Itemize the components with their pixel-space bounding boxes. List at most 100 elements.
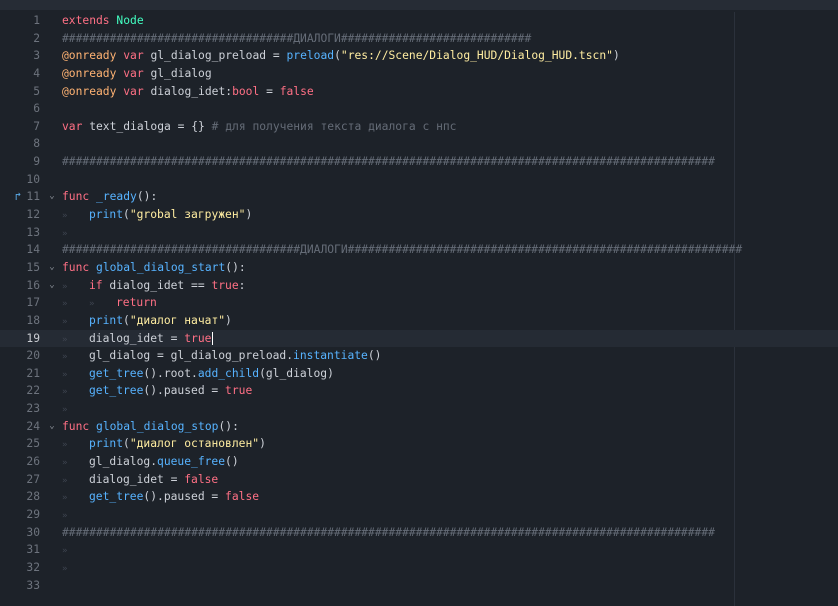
- code-token: =: [259, 84, 280, 98]
- code-token: get_tree: [89, 384, 144, 398]
- line-number: 26: [26, 455, 40, 469]
- line-number: 13: [26, 225, 40, 239]
- code-token: ().paused =: [143, 384, 226, 398]
- code-token: print: [89, 208, 124, 222]
- line-number: 16: [26, 278, 40, 292]
- code-line[interactable]: 28» get_tree().paused = false: [0, 488, 838, 506]
- code-text: func _ready():: [62, 188, 157, 206]
- code-line[interactable]: 4 @onready var gl_dialog: [0, 65, 838, 83]
- code-line[interactable]: 6: [0, 100, 838, 118]
- code-text: ########################################…: [62, 153, 715, 171]
- code-line[interactable]: ↱ 11 ⌄ func _ready():: [0, 188, 838, 206]
- code-token: "grobal загружен": [129, 208, 246, 222]
- code-token: gl_dialog: [143, 66, 212, 80]
- code-line[interactable]: 7 var text_dialoga = {} # для получения т…: [0, 118, 838, 136]
- code-line[interactable]: 33: [0, 577, 838, 595]
- code-text: ########################################…: [62, 524, 715, 542]
- code-token: bool: [232, 84, 260, 98]
- code-text: @onready var dialog_idet:bool = false: [62, 83, 314, 101]
- code-token: (): [225, 455, 239, 469]
- fold-chevron-icon[interactable]: ⌄: [47, 277, 57, 295]
- line-number: 1: [33, 14, 40, 27]
- fold-chevron-icon[interactable]: ⌄: [47, 418, 57, 436]
- code-token: func: [62, 419, 90, 433]
- line-number: 15: [26, 260, 40, 274]
- code-token: var: [123, 84, 144, 98]
- code-line[interactable]: 23»: [0, 400, 838, 418]
- line-number: 19: [26, 331, 40, 345]
- code-line[interactable]: 22» get_tree().paused = true: [0, 382, 838, 400]
- code-token: @onready: [62, 66, 117, 80]
- fold-chevron-icon[interactable]: ⌄: [47, 259, 57, 277]
- code-token: add_child: [197, 366, 260, 380]
- code-token: # для получения текста диалога с нпс: [211, 119, 457, 133]
- code-token: ():: [225, 260, 246, 274]
- code-line[interactable]: 30 ######################################…: [0, 524, 838, 542]
- line-number: 8: [33, 137, 40, 151]
- code-token: false: [279, 84, 314, 98]
- line-number: 31: [26, 543, 40, 557]
- code-line[interactable]: 25» print("диалог остановлен"): [0, 435, 838, 453]
- code-line[interactable]: 8: [0, 135, 838, 153]
- line-number: 10: [26, 172, 40, 186]
- line-number: 20: [26, 349, 40, 363]
- code-line[interactable]: 21» get_tree().root.add_child(gl_dialog): [0, 365, 838, 383]
- code-token: gl_dialog_preload =: [143, 49, 287, 63]
- code-token: false: [225, 490, 260, 504]
- code-token: (gl_dialog): [259, 366, 334, 380]
- code-line[interactable]: 26» gl_dialog.queue_free(): [0, 453, 838, 471]
- line-number: 28: [26, 490, 40, 504]
- code-line[interactable]: 18» print("диалог начат"): [0, 312, 838, 330]
- code-line[interactable]: 29»: [0, 506, 838, 524]
- code-token: (: [334, 49, 341, 63]
- code-token: ########################################…: [62, 525, 715, 539]
- code-token: _ready: [96, 190, 137, 204]
- code-token: "диалог остановлен": [129, 437, 260, 451]
- code-line[interactable]: 17»» return: [0, 294, 838, 312]
- code-token: :: [238, 278, 246, 292]
- line-number: 9: [33, 155, 40, 169]
- code-line[interactable]: 16 ⌄» if dialog_idet == true:: [0, 277, 838, 295]
- code-line[interactable]: 27» dialog_idet = false: [0, 471, 838, 489]
- code-token: preload: [286, 49, 335, 63]
- code-token: func: [62, 190, 90, 204]
- code-line[interactable]: 32»: [0, 559, 838, 577]
- line-number: 21: [26, 366, 40, 380]
- code-token: ): [612, 49, 620, 63]
- code-line[interactable]: 19» dialog_idet = true: [0, 329, 838, 348]
- code-token: ###################################ДИАЛО…: [62, 243, 743, 257]
- code-line[interactable]: 10: [0, 171, 838, 189]
- code-line[interactable]: 9 #######################################…: [0, 153, 838, 171]
- code-line[interactable]: 1 extends Node: [0, 12, 838, 30]
- code-line[interactable]: 31»: [0, 541, 838, 559]
- code-token: var: [123, 49, 144, 63]
- code-line[interactable]: 5 @onready var dialog_idet:bool = false: [0, 83, 838, 101]
- code-token: @onready: [62, 49, 117, 63]
- line-number: 27: [26, 472, 40, 486]
- fold-chevron-icon[interactable]: ⌄: [47, 188, 57, 206]
- code-token: ##################################ДИАЛОГ…: [62, 31, 532, 45]
- code-line[interactable]: 13»: [0, 224, 838, 242]
- code-line[interactable]: 20» gl_dialog = gl_dialog_preload.instant…: [0, 347, 838, 365]
- code-text: @onready var gl_dialog_preload = preload…: [62, 47, 620, 65]
- code-line[interactable]: 14 ###################################ДИА…: [0, 241, 838, 259]
- code-token: false: [184, 472, 219, 486]
- code-token: ():: [136, 190, 158, 204]
- code-line[interactable]: 3 @onready var gl_dialog_preload = preloa…: [0, 47, 838, 65]
- code-editor[interactable]: 1 extends Node 2 ##########################…: [0, 12, 838, 606]
- code-token: dialog_idet:: [143, 84, 233, 98]
- code-token: @onready: [62, 84, 117, 98]
- code-line[interactable]: 12» print("grobal загружен"): [0, 206, 838, 224]
- line-number: 32: [26, 560, 40, 574]
- code-line[interactable]: 2 ##################################ДИАЛО…: [0, 30, 838, 48]
- code-token: func: [62, 260, 90, 274]
- code-token: extends: [62, 14, 110, 27]
- code-token: ().paused =: [143, 490, 226, 504]
- code-line[interactable]: 15 ⌄ func global_dialog_start():: [0, 259, 838, 277]
- code-token: ().root.: [143, 366, 198, 380]
- line-number: 7: [33, 119, 40, 133]
- code-token: print: [89, 437, 124, 451]
- code-line[interactable]: 24 ⌄ func global_dialog_stop():: [0, 418, 838, 436]
